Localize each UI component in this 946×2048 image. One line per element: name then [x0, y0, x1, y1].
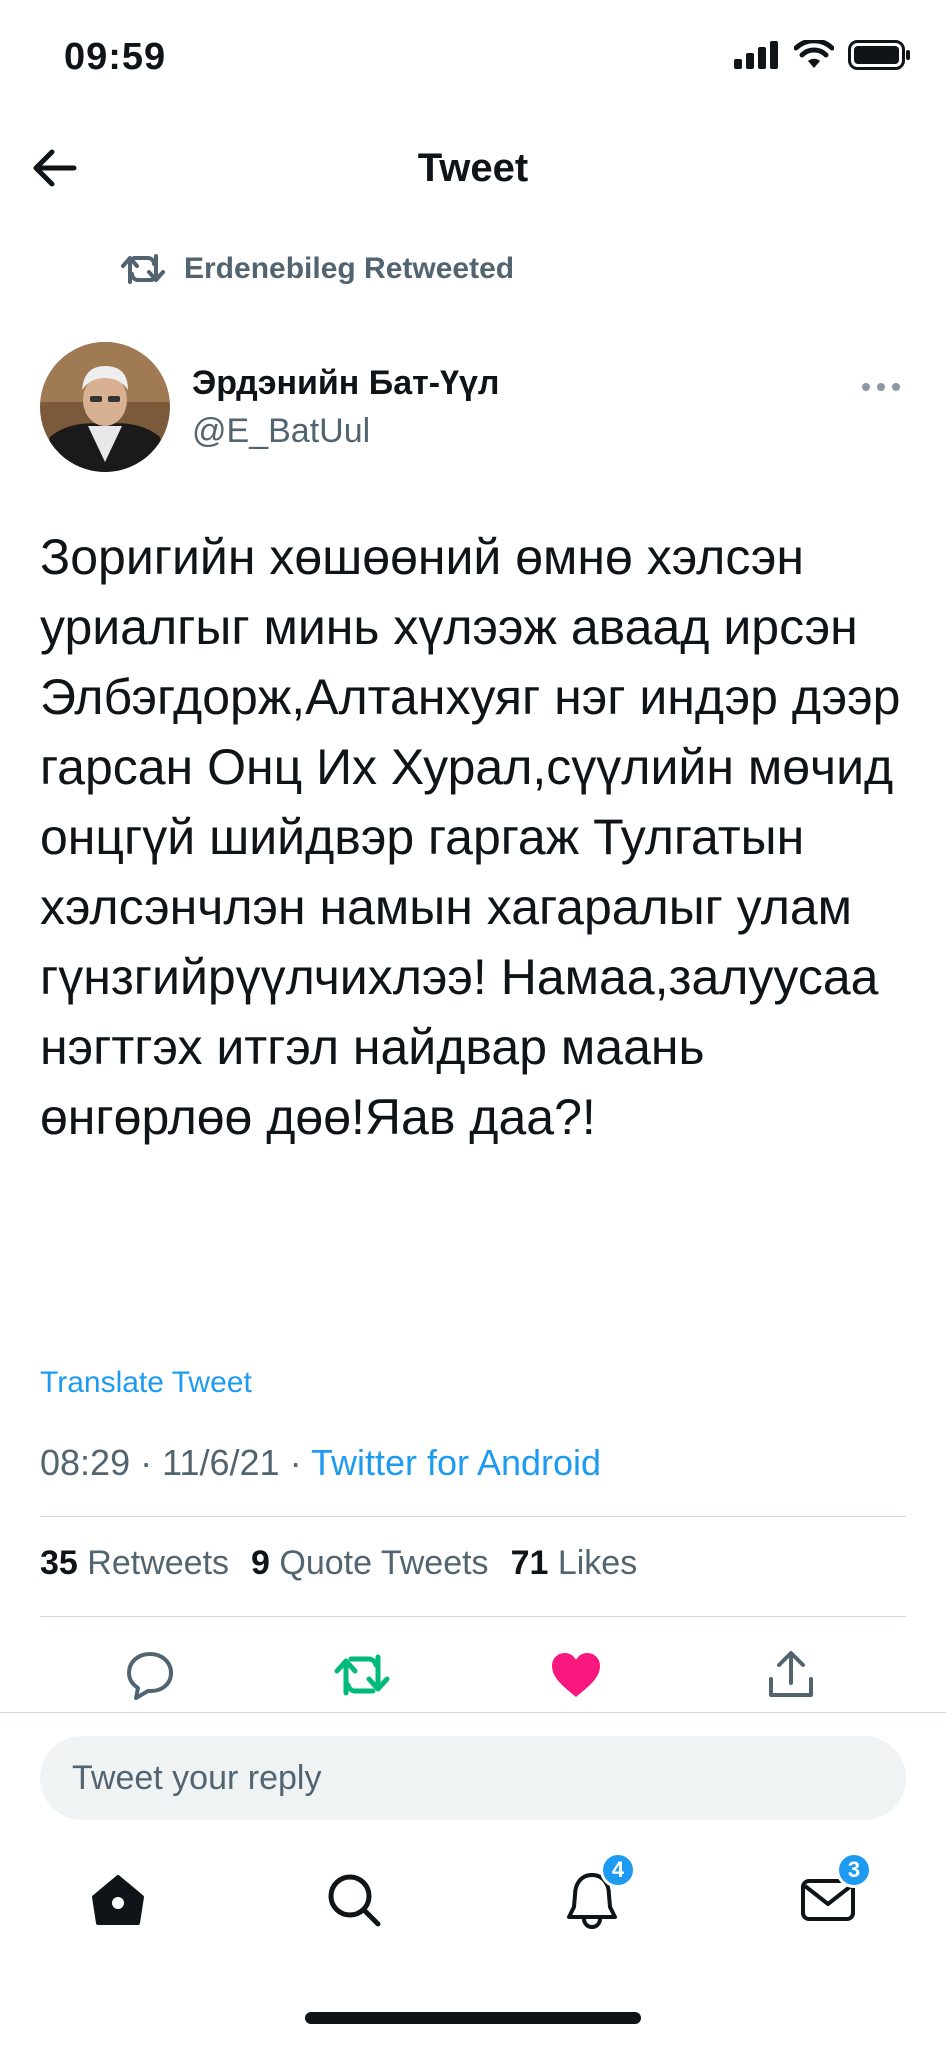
tweet-actions	[0, 1640, 946, 1710]
home-icon	[92, 1875, 144, 1925]
tab-search[interactable]	[314, 1860, 394, 1940]
tweet-stats: 35 Retweets 9 Quote Tweets 71 Likes	[40, 1544, 637, 1583]
tab-notifications[interactable]: 4	[552, 1852, 636, 1940]
tweet-date: 11/6/21	[162, 1442, 280, 1483]
more-dots-icon	[862, 383, 900, 391]
status-bar: 09:59	[0, 0, 946, 110]
reply-button[interactable]	[115, 1640, 185, 1710]
avatar[interactable]	[40, 342, 170, 472]
likes-stat[interactable]: 71 Likes	[511, 1544, 638, 1583]
retweet-icon	[121, 254, 165, 284]
retweeted-banner[interactable]: Erdenebileg Retweeted	[120, 252, 514, 286]
tweet-text: Зоригийн хөшөөний өмнө хэлсэн уриалгыг м…	[40, 529, 915, 1145]
retweets-stat[interactable]: 35 Retweets	[40, 1544, 229, 1583]
author-handle[interactable]: @E_BatUul	[192, 412, 370, 451]
translate-tweet-link[interactable]: Translate Tweet	[40, 1366, 252, 1400]
divider	[40, 1516, 906, 1517]
retweet-button[interactable]	[327, 1640, 397, 1710]
retweeted-by-text: Erdenebileg Retweeted	[184, 252, 515, 285]
reply-box	[40, 1736, 906, 1820]
quote-tweets-stat[interactable]: 9 Quote Tweets	[251, 1544, 489, 1583]
meta-separator: ·	[140, 1442, 153, 1483]
status-icons	[734, 40, 912, 70]
search-icon	[328, 1874, 381, 1927]
tweet-author: Эрдэнийн Бат-Үүл @E_BatUul	[40, 342, 906, 472]
tweet-time: 08:29	[40, 1442, 131, 1483]
divider	[0, 1712, 946, 1713]
messages-badge: 3	[836, 1852, 872, 1888]
tab-home[interactable]	[78, 1860, 158, 1940]
notifications-badge: 4	[600, 1852, 636, 1888]
header: Tweet	[0, 128, 946, 208]
tweet-metadata: 08:29 · 11/6/21 · Twitter for Android	[40, 1442, 601, 1484]
tab-messages[interactable]: 3	[788, 1852, 872, 1940]
reply-icon	[127, 1652, 173, 1700]
wifi-icon	[794, 40, 834, 68]
page-title: Tweet	[417, 146, 529, 190]
cellular-signal-icon	[734, 41, 778, 69]
meta-separator: ·	[289, 1442, 302, 1483]
tweet-client-link[interactable]: Twitter for Android	[311, 1442, 601, 1483]
avatar-image	[40, 342, 170, 472]
like-button[interactable]	[541, 1640, 611, 1710]
battery-icon	[848, 40, 910, 70]
heart-filled-icon	[552, 1653, 600, 1697]
status-time: 09:59	[64, 36, 167, 78]
more-options-button[interactable]	[856, 372, 906, 402]
reply-input[interactable]	[40, 1736, 906, 1820]
share-button[interactable]	[756, 1640, 826, 1710]
retweet-icon	[334, 1654, 390, 1696]
author-name[interactable]: Эрдэнийн Бат-Үүл	[192, 364, 500, 403]
home-indicator	[305, 2012, 641, 2024]
divider	[40, 1616, 906, 1617]
bottom-tab-bar: 4 3	[0, 1852, 946, 1960]
share-icon	[769, 1651, 813, 1697]
tweet-detail-screen: 09:59 Tweet Erdenebileg Retweeted Эрдэни…	[0, 0, 946, 2048]
